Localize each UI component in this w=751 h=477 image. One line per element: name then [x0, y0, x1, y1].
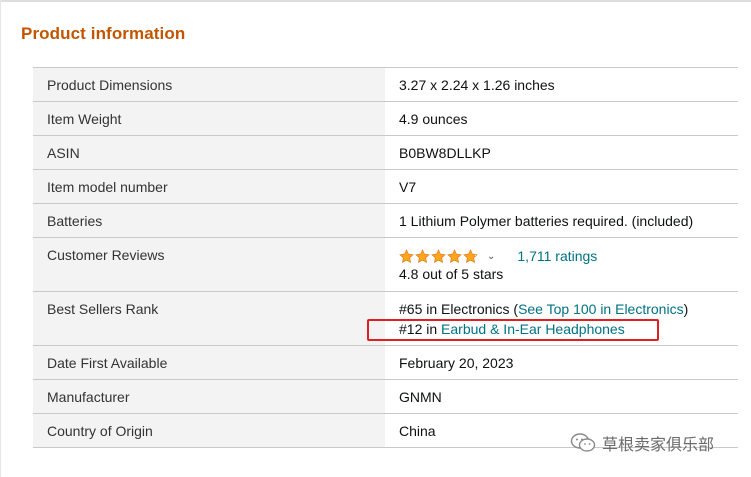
row-label: Item model number — [33, 169, 385, 204]
row-label: Country of Origin — [33, 413, 385, 448]
top-border — [0, 0, 751, 2]
rank-line-electronics: #65 in Electronics (See Top 100 in Elect… — [399, 301, 724, 317]
row-label: Manufacturer — [33, 379, 385, 414]
star-rating[interactable] — [399, 248, 478, 264]
row-value: 4.9 ounces — [399, 111, 468, 127]
row-value: ⌄ 1,711 ratings 4.8 out of 5 stars — [385, 238, 738, 292]
row-label: Product Dimensions — [33, 67, 385, 102]
star-icon — [447, 248, 462, 263]
highlight-annotation-box — [367, 319, 659, 341]
row-label: Item Weight — [33, 101, 385, 136]
product-info-table: Product Dimensions 3.27 x 2.24 x 1.26 in… — [33, 67, 738, 448]
row-label: Customer Reviews — [33, 237, 385, 292]
row-label: ASIN — [33, 135, 385, 170]
watermark-text: 草根卖家俱乐部 — [602, 435, 715, 454]
star-icon — [431, 248, 446, 263]
table-row: Item model number V7 — [33, 169, 738, 204]
table-row: Manufacturer GNMN — [33, 379, 738, 414]
table-row-customer-reviews: Customer Reviews ⌄ 1,711 ratings 4.8 out… — [33, 237, 738, 292]
row-value: 3.27 x 2.24 x 1.26 inches — [399, 77, 555, 93]
rating-text: 4.8 out of 5 stars — [399, 266, 504, 282]
row-label: Batteries — [33, 203, 385, 238]
table-row: Product Dimensions 3.27 x 2.24 x 1.26 in… — [33, 67, 738, 102]
row-value: V7 — [399, 179, 417, 195]
rating-line: ⌄ 1,711 ratings — [399, 246, 724, 266]
table-row: Item Weight 4.9 ounces — [33, 101, 738, 136]
row-value: B0BW8DLLKP — [399, 145, 491, 161]
row-label: Date First Available — [33, 345, 385, 380]
row-label: Best Sellers Rank — [33, 291, 385, 346]
chevron-down-icon[interactable]: ⌄ — [487, 251, 495, 262]
table-row: Batteries 1 Lithium Polymer batteries re… — [33, 203, 738, 238]
rank-prefix: #65 in Electronics ( — [399, 301, 519, 317]
top-100-electronics-link[interactable]: See Top 100 in Electronics — [518, 301, 684, 317]
rank-suffix: ) — [683, 301, 689, 317]
left-border — [0, 0, 1, 477]
watermark: 草根卖家俱乐部 — [570, 431, 714, 455]
row-value: GNMN — [399, 389, 442, 405]
table-row: ASIN B0BW8DLLKP — [33, 135, 738, 170]
table-row: Date First Available February 20, 2023 — [33, 345, 738, 380]
section-title: Product information — [21, 24, 186, 43]
ratings-count-link[interactable]: 1,711 ratings — [517, 248, 597, 264]
star-icon — [415, 248, 430, 263]
star-icon — [463, 248, 478, 263]
wechat-icon — [570, 433, 596, 452]
row-value: February 20, 2023 — [399, 355, 514, 371]
star-icon — [399, 248, 414, 263]
row-value: 1 Lithium Polymer batteries required. (i… — [399, 213, 694, 229]
